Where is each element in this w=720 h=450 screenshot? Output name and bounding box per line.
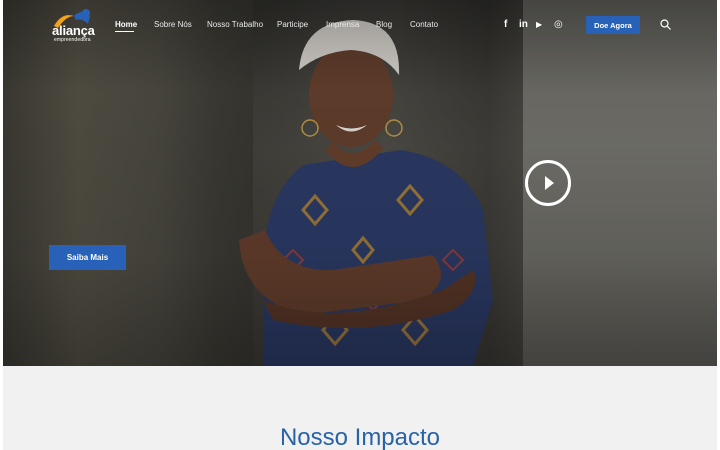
instagram-icon[interactable]: ◎ [554, 19, 563, 31]
saiba-mais-button[interactable]: Saiba Mais [49, 245, 126, 270]
hero-overlay [3, 0, 717, 366]
youtube-icon[interactable]: ▶ [536, 19, 542, 31]
nav-item-contato[interactable]: Contato [410, 20, 438, 29]
facebook-icon[interactable]: f [504, 19, 507, 31]
logo-tagline: empreendedora [54, 37, 91, 43]
play-video-button[interactable] [525, 160, 571, 206]
nav-item-imprensa[interactable]: Imprensa [326, 20, 359, 29]
impact-section: Nosso Impacto [3, 366, 717, 450]
nav-item-blog[interactable]: Blog [376, 20, 392, 29]
hero-section [3, 0, 717, 366]
nav-item-sobre-nos[interactable]: Sobre Nós [154, 20, 192, 29]
donate-button[interactable]: Doe Agora [586, 16, 640, 34]
nav-item-participe[interactable]: Participe [277, 20, 308, 29]
nav-item-home[interactable]: Home [115, 20, 137, 29]
linkedin-icon[interactable]: in [519, 19, 528, 31]
play-icon [545, 176, 554, 190]
page: aliança empreendedora Home Sobre Nós Nos… [0, 0, 720, 450]
nav-item-nosso-trabalho[interactable]: Nosso Trabalho [207, 20, 263, 29]
impact-title: Nosso Impacto [279, 424, 441, 450]
logo-text[interactable]: aliança [52, 23, 95, 38]
search-icon[interactable] [660, 19, 671, 30]
nav-active-indicator [115, 31, 134, 32]
